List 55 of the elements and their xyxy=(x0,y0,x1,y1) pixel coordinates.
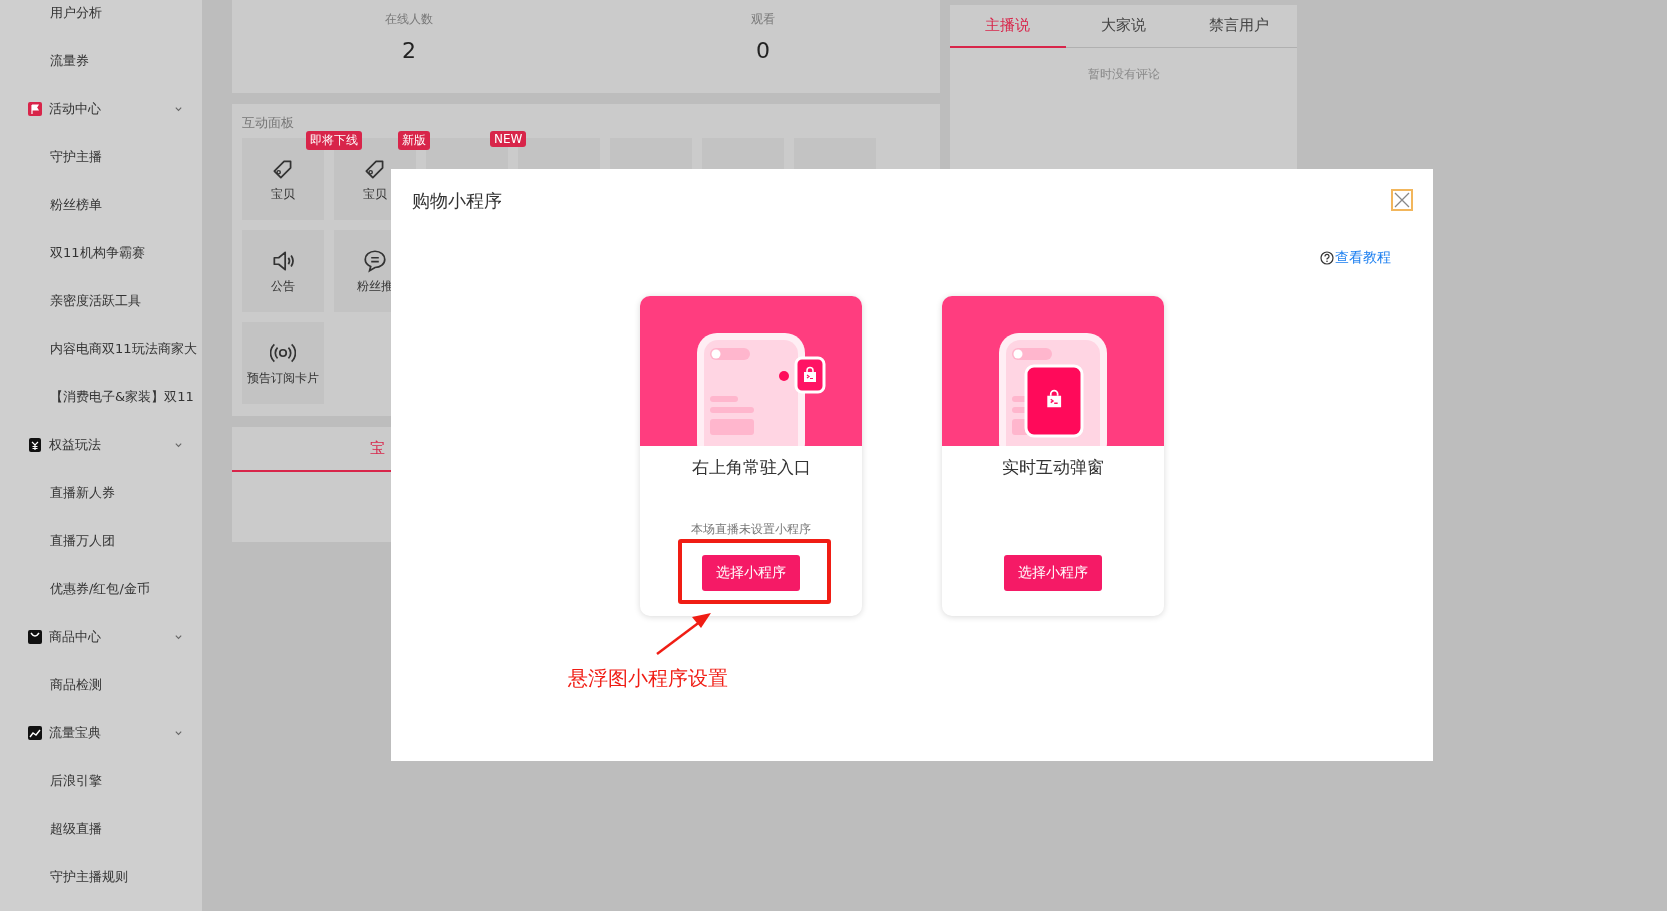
sidebar-item[interactable]: 双11机构争霸赛 xyxy=(0,244,145,262)
tool-icon xyxy=(362,247,388,274)
sidebar-item[interactable]: 粉丝榜单 xyxy=(0,196,102,214)
help-icon xyxy=(1320,251,1334,265)
sidebar-item[interactable]: 流量券 xyxy=(0,52,89,70)
card-title: 实时互动弹窗 xyxy=(1002,456,1104,479)
tile-label: 公告 xyxy=(271,277,295,295)
select-button[interactable]: 选择小程序 xyxy=(702,555,800,591)
tile-label: 预告订阅卡片 xyxy=(247,369,319,387)
close-button[interactable] xyxy=(1391,189,1413,211)
tile-badge: 即将下线 xyxy=(306,131,362,150)
card-title: 右上角常驻入口 xyxy=(691,456,811,479)
sidebar-item[interactable]: 直播新人券 xyxy=(0,484,115,502)
sidebar-item[interactable]: 守护主播规则 xyxy=(0,868,128,886)
tool-tile[interactable]: 预告订阅卡片 xyxy=(242,322,324,404)
annotation-text: 悬浮图小程序设置 xyxy=(568,665,728,692)
tile-badge: NEW xyxy=(490,131,527,147)
sidebar-item[interactable]: 亲密度活跃工具 xyxy=(0,292,141,310)
sidebar-item[interactable]: 内容电商双11玩法商家大 xyxy=(0,340,197,358)
sidebar-group[interactable]: 活动中心 xyxy=(49,100,101,118)
chevron-icon[interactable] xyxy=(174,728,183,738)
tile-label: 粉丝推 xyxy=(357,277,393,295)
stat-label: 观看 xyxy=(751,11,775,28)
sidebar-item[interactable]: 优惠券/红包/金币 xyxy=(0,580,150,598)
group-icon xyxy=(27,725,43,741)
sidebar-group[interactable]: 权益玩法 xyxy=(49,436,101,454)
comments-tab[interactable]: 大家说 xyxy=(1065,5,1182,48)
chevron-icon[interactable] xyxy=(174,104,183,114)
stat-value: 0 xyxy=(756,38,770,63)
panel-title: 互动面板 xyxy=(242,114,295,132)
select-button[interactable]: 选择小程序 xyxy=(1004,555,1102,591)
group-icon xyxy=(27,437,43,453)
group-icon xyxy=(27,101,43,117)
tile-label: 宝贝 xyxy=(271,185,295,203)
comments-tab[interactable]: 禁言用户 xyxy=(1181,5,1297,48)
tool-tile[interactable]: 公告 xyxy=(242,230,324,312)
chevron-icon[interactable] xyxy=(174,632,183,642)
sidebar-item[interactable]: 超级直播 xyxy=(0,820,102,838)
sidebar-item[interactable]: 直播万人团 xyxy=(0,532,115,550)
stat-value: 2 xyxy=(402,38,416,63)
sidebar-item[interactable]: 守护主播 xyxy=(0,148,102,166)
card-note: 本场直播未设置小程序 xyxy=(691,522,811,536)
sidebar-group[interactable]: 流量宝典 xyxy=(49,724,101,742)
sidebar-item[interactable]: 【消费电子&家装】双11 xyxy=(0,388,194,406)
tile-badge: 新版 xyxy=(398,131,430,150)
group-icon xyxy=(27,629,43,645)
sidebar-item[interactable]: 商品检测 xyxy=(0,676,102,694)
stat-label: 在线人数 xyxy=(385,11,433,28)
sidebar-group[interactable]: 商品中心 xyxy=(49,628,101,646)
sidebar-item[interactable]: 后浪引擎 xyxy=(0,772,102,790)
tile-label: 宝贝 xyxy=(363,185,387,203)
tutorial-link[interactable]: 查看教程 xyxy=(1320,249,1391,267)
sidebar-item[interactable]: 用户分析 xyxy=(0,4,102,22)
chevron-icon[interactable] xyxy=(174,440,183,450)
empty-message: 暂时没有评论 xyxy=(1086,66,1161,83)
